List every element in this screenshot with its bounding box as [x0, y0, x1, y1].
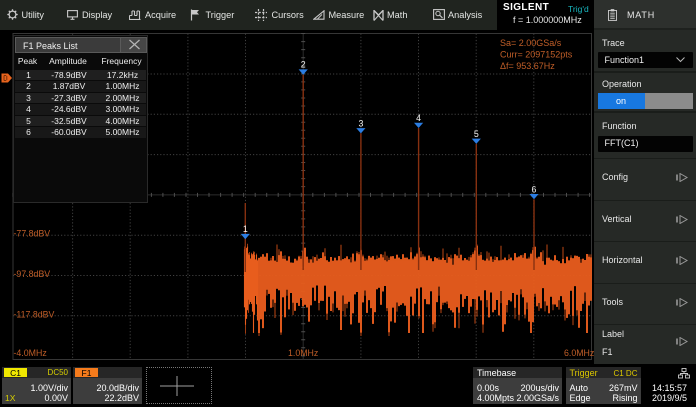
svg-text:Sa= 2.00GSa/s: Sa= 2.00GSa/s — [500, 38, 562, 48]
svg-text:4: 4 — [416, 113, 421, 123]
svg-text:5: 5 — [474, 129, 479, 139]
svg-text:-4.0MHz: -4.0MHz — [14, 348, 47, 358]
svg-text:6: 6 — [532, 184, 537, 194]
svg-text:1: 1 — [243, 224, 248, 234]
svg-text:-117.8dBV: -117.8dBV — [14, 310, 55, 320]
svg-text:1.0MHz: 1.0MHz — [288, 348, 318, 358]
svg-text:-97.8dBV: -97.8dBV — [14, 269, 51, 279]
svg-text:6.0MHz: 6.0MHz — [564, 348, 594, 358]
svg-text:3: 3 — [358, 118, 363, 128]
svg-text:-77.8dBV: -77.8dBV — [14, 229, 51, 239]
svg-text:Δf= 953.67Hz: Δf= 953.67Hz — [500, 61, 555, 71]
svg-text:Curr= 2097152pts: Curr= 2097152pts — [500, 50, 573, 60]
svg-text:2: 2 — [301, 60, 306, 70]
